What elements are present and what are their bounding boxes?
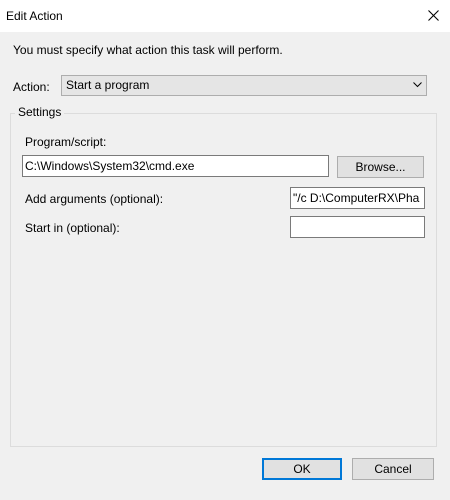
cancel-button[interactable]: Cancel — [352, 458, 434, 480]
ok-button[interactable]: OK — [262, 458, 342, 480]
action-label: Action: — [13, 80, 50, 94]
action-dropdown[interactable]: Start a program — [61, 75, 427, 96]
browse-button[interactable]: Browse... — [337, 156, 424, 178]
start-in-label: Start in (optional): — [25, 221, 120, 235]
program-script-value: C:\Windows\System32\cmd.exe — [25, 159, 195, 173]
program-script-input[interactable]: C:\Windows\System32\cmd.exe — [22, 155, 329, 177]
instruction-text: You must specify what action this task w… — [13, 43, 283, 57]
settings-legend: Settings — [15, 105, 65, 120]
close-button[interactable] — [416, 0, 450, 31]
arguments-input[interactable]: "/c D:\ComputerRX\Pha — [290, 187, 425, 209]
arguments-label: Add arguments (optional): — [25, 192, 164, 206]
title-bar: Edit Action — [0, 0, 450, 32]
start-in-input[interactable] — [290, 216, 425, 238]
window-title: Edit Action — [6, 9, 63, 23]
close-icon — [428, 10, 439, 21]
dialog-body: You must specify what action this task w… — [0, 32, 450, 500]
program-script-label: Program/script: — [25, 135, 107, 149]
arguments-value: "/c D:\ComputerRX\Pha — [293, 191, 420, 205]
action-dropdown-value: Start a program — [66, 78, 150, 92]
chevron-down-icon — [413, 82, 422, 88]
